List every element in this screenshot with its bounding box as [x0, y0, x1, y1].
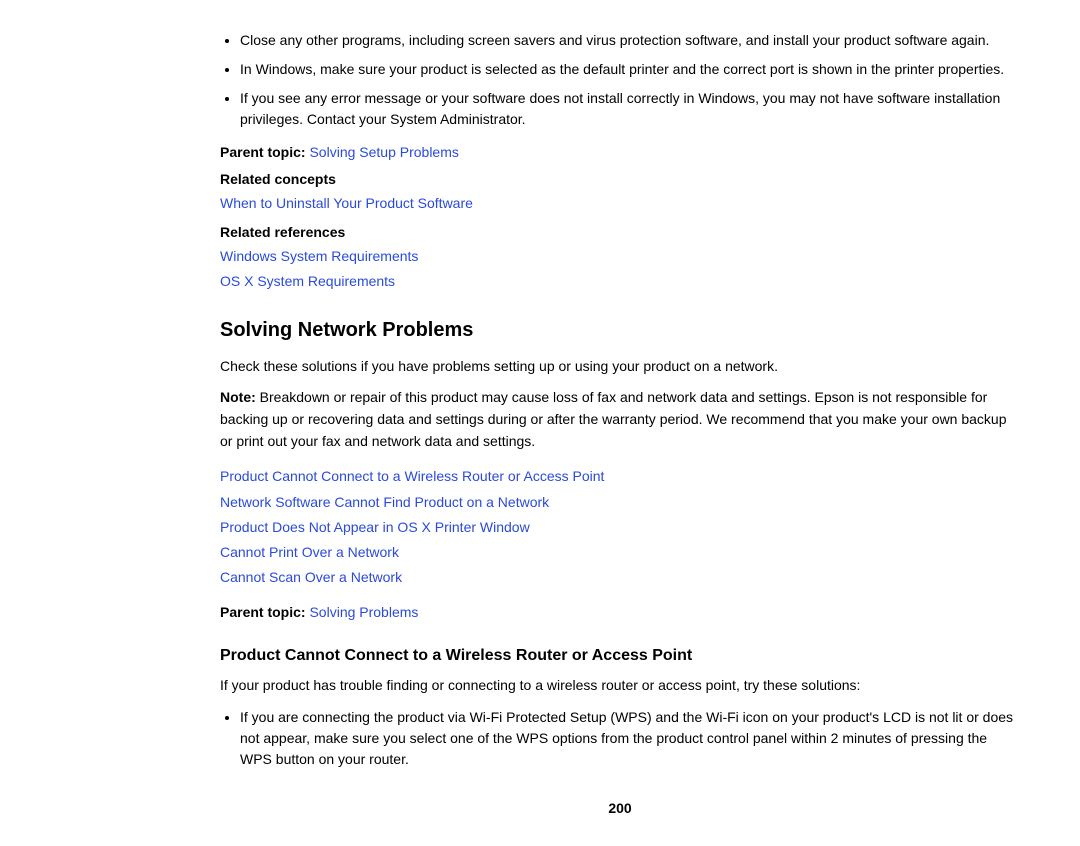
product-cannot-connect-bullets: If you are connecting the product via Wi…: [240, 707, 1020, 770]
network-software-cannot-find-link[interactable]: Network Software Cannot Find Product on …: [220, 490, 1020, 515]
product-cannot-connect-intro: If your product has trouble finding or c…: [220, 675, 1020, 697]
product-not-appear-osx-link[interactable]: Product Does Not Appear in OS X Printer …: [220, 515, 1020, 540]
solving-problems-link[interactable]: Solving Problems: [309, 604, 418, 620]
bullet-item-3: If you see any error message or your sof…: [240, 88, 1020, 130]
related-references-label: Related references: [220, 224, 1020, 240]
parent-topic-line-2: Parent topic: Solving Problems: [220, 602, 1020, 623]
related-concepts-links: When to Uninstall Your Product Software: [220, 191, 1020, 216]
product-cannot-connect-heading: Product Cannot Connect to a Wireless Rou…: [220, 647, 1020, 665]
network-links-block: Product Cannot Connect to a Wireless Rou…: [220, 464, 1020, 590]
parent-topic-line-1: Parent topic: Solving Setup Problems: [220, 142, 1020, 163]
cannot-print-network-link[interactable]: Cannot Print Over a Network: [220, 540, 1020, 565]
page-number: 200: [220, 800, 1020, 816]
note-body: Breakdown or repair of this product may …: [220, 389, 1007, 448]
osx-system-requirements-link[interactable]: OS X System Requirements: [220, 269, 1020, 294]
top-bullet-list: Close any other programs, including scre…: [240, 30, 1020, 130]
product-cannot-connect-link[interactable]: Product Cannot Connect to a Wireless Rou…: [220, 464, 1020, 489]
parent-topic-label-2: Parent topic:: [220, 604, 306, 620]
bullet-item-1: Close any other programs, including scre…: [240, 30, 1020, 51]
solving-network-heading: Solving Network Problems: [220, 319, 1020, 342]
uninstall-product-software-link[interactable]: When to Uninstall Your Product Software: [220, 191, 1020, 216]
note-prefix: Note:: [220, 389, 256, 405]
solving-network-note: Note: Breakdown or repair of this produc…: [220, 387, 1020, 452]
related-concepts-label: Related concepts: [220, 171, 1020, 187]
bullet-item-2: In Windows, make sure your product is se…: [240, 59, 1020, 80]
related-references-links: Windows System Requirements OS X System …: [220, 244, 1020, 294]
solving-setup-problems-link[interactable]: Solving Setup Problems: [309, 144, 458, 160]
windows-system-requirements-link[interactable]: Windows System Requirements: [220, 244, 1020, 269]
page-container: Close any other programs, including scre…: [0, 0, 1080, 846]
wps-bullet: If you are connecting the product via Wi…: [240, 707, 1020, 770]
cannot-scan-network-link[interactable]: Cannot Scan Over a Network: [220, 565, 1020, 590]
solving-network-intro: Check these solutions if you have proble…: [220, 356, 1020, 378]
parent-topic-label-1: Parent topic:: [220, 144, 306, 160]
